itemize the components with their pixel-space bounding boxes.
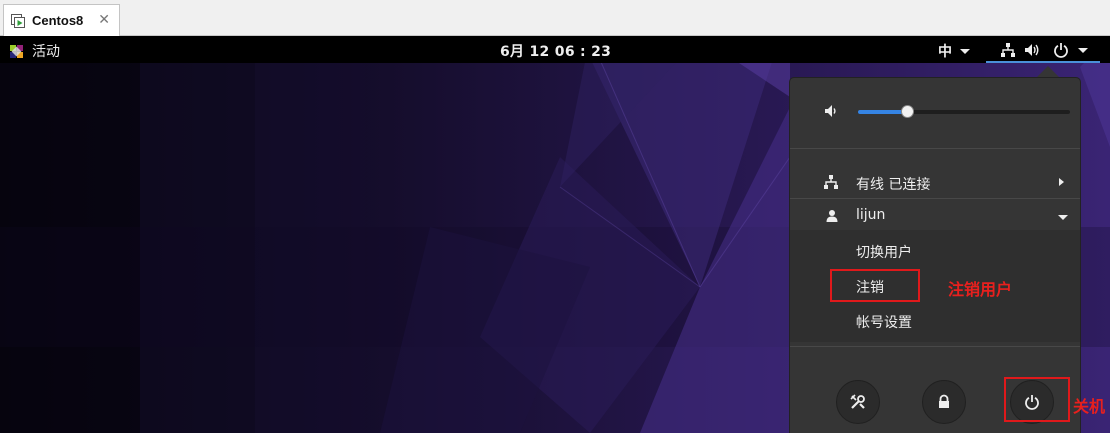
centos-logo-icon bbox=[10, 44, 23, 58]
settings-button[interactable] bbox=[836, 380, 880, 424]
logout-annotation: 注销用户 bbox=[948, 280, 1013, 299]
top-bar: 活动 6月 12 06 : 23 中 bbox=[0, 37, 1110, 63]
volume-slider-handle[interactable] bbox=[900, 105, 914, 118]
switch-user-item[interactable]: 切换用户 bbox=[790, 240, 1080, 264]
shutdown-annotation: 关机 bbox=[1073, 397, 1106, 416]
chevron-right-icon bbox=[1059, 178, 1064, 186]
volume-slider[interactable] bbox=[858, 105, 1070, 118]
logout-highlight-box bbox=[830, 269, 920, 302]
activities-button[interactable]: 活动 bbox=[9, 41, 60, 61]
volume-icon bbox=[1025, 44, 1039, 56]
power-icon bbox=[1054, 43, 1068, 58]
volume-row bbox=[790, 98, 1080, 124]
chevron-down-icon bbox=[1078, 47, 1088, 53]
system-status-area[interactable] bbox=[986, 37, 1100, 63]
network-menu-item[interactable]: 有线 已连接 bbox=[790, 172, 1080, 194]
divider bbox=[790, 346, 1080, 347]
lock-icon bbox=[939, 394, 949, 408]
user-icon bbox=[826, 210, 838, 222]
menu-pointer bbox=[1037, 66, 1059, 77]
shutdown-highlight-box bbox=[1004, 377, 1070, 422]
account-settings-item[interactable]: 帐号设置 bbox=[790, 310, 1080, 334]
status-area-underline bbox=[986, 61, 1100, 63]
vm-tab[interactable]: Centos8 ✕ bbox=[3, 4, 120, 36]
input-method-indicator[interactable]: 中 bbox=[938, 41, 970, 61]
network-icon bbox=[1001, 43, 1015, 57]
divider bbox=[790, 148, 1080, 149]
divider bbox=[790, 198, 1080, 199]
switch-user-label: 切换用户 bbox=[856, 245, 912, 261]
settings-icon bbox=[850, 394, 865, 409]
vm-tab-bar: Centos8 ✕ bbox=[0, 0, 1110, 36]
volume-slider-fill bbox=[858, 110, 907, 114]
network-icon bbox=[824, 175, 838, 189]
activities-label: 活动 bbox=[32, 44, 60, 60]
user-menu-item[interactable]: lijun bbox=[790, 206, 1080, 228]
network-status-label: 有线 已连接 bbox=[856, 177, 931, 193]
input-method-label: 中 bbox=[938, 44, 952, 60]
account-settings-label: 帐号设置 bbox=[856, 315, 912, 331]
volume-icon bbox=[825, 105, 836, 117]
chevron-down-icon bbox=[1058, 215, 1068, 220]
virtual-machine-icon bbox=[11, 13, 25, 28]
close-icon[interactable]: ✕ bbox=[98, 12, 110, 28]
user-name: lijun bbox=[856, 207, 886, 223]
chevron-down-icon bbox=[960, 48, 970, 54]
clock[interactable]: 6月 12 06 : 23 bbox=[500, 41, 611, 61]
lock-button[interactable] bbox=[922, 380, 966, 424]
vm-tab-title: Centos8 bbox=[32, 13, 84, 28]
